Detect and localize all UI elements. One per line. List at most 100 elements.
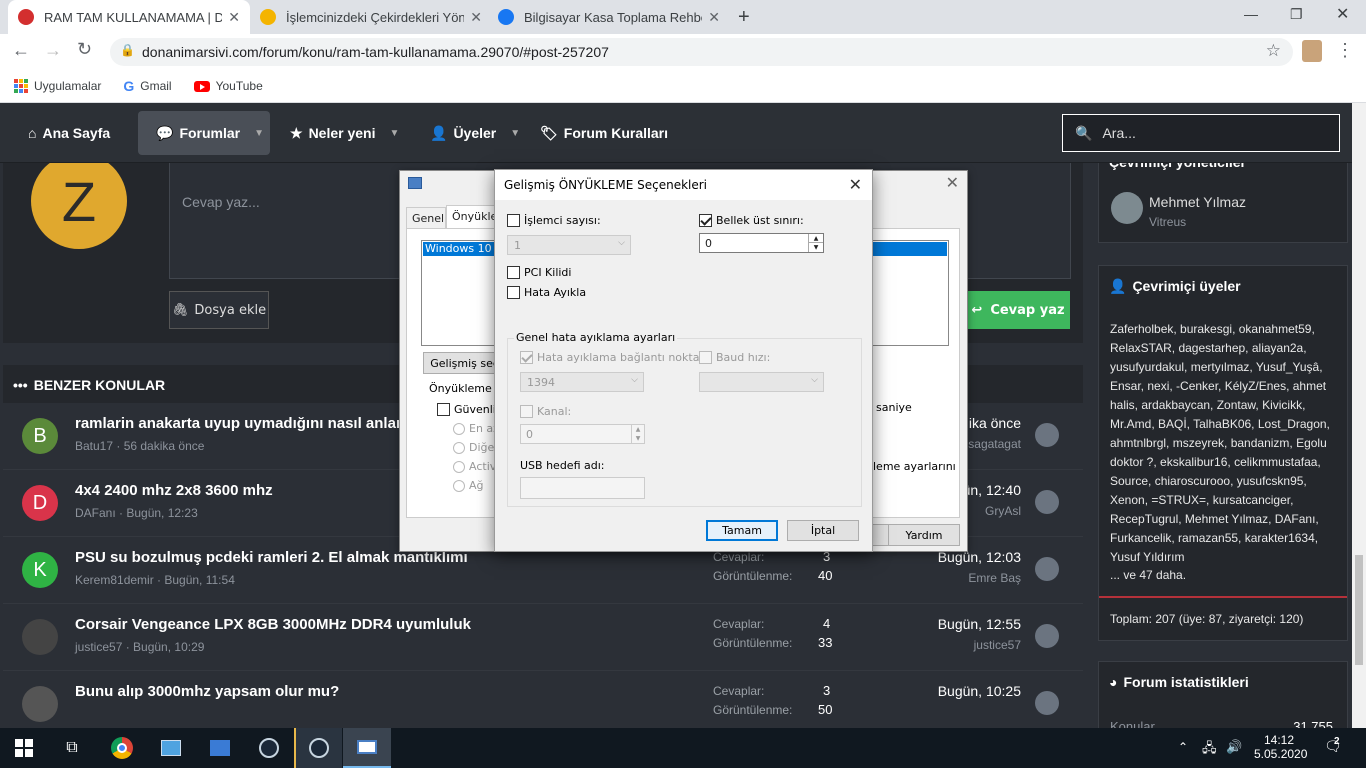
chevron-down-icon[interactable]: ▼ — [254, 128, 264, 139]
close-tab-icon[interactable]: ✕ — [228, 9, 240, 26]
radio-circle[interactable] — [453, 460, 465, 473]
spin-down-icon[interactable]: ▼ — [631, 434, 644, 443]
forward-arrow-icon[interactable]: → — [44, 40, 62, 61]
taskbar-explorer[interactable] — [196, 728, 244, 768]
profile-avatar[interactable] — [1302, 40, 1322, 62]
reload-icon[interactable]: ↻ — [77, 39, 92, 60]
thread-row[interactable]: Corsair Vengeance LPX 8GB 3000MHz DDR4 u… — [3, 604, 1083, 671]
clock[interactable]: 14:12 5.05.2020 — [1254, 733, 1307, 761]
spin-down-icon[interactable]: ▼ — [808, 243, 823, 252]
last-poster-avatar[interactable] — [1035, 691, 1059, 715]
nav-members[interactable]: 👤 Üyeler ▼ — [430, 103, 520, 163]
pci-lock-option[interactable]: PCI Kilidi — [507, 266, 571, 279]
cancel-button[interactable]: İptal — [787, 520, 859, 541]
close-window-button[interactable]: ✕ — [1336, 4, 1349, 24]
channel-checkbox[interactable] — [520, 405, 533, 418]
baud-rate-select[interactable]: ⌵ — [699, 372, 824, 392]
address-bar[interactable]: 🔒 donanimarsivi.com/forum/konu/ram-tam-k… — [110, 38, 1293, 66]
bookmark-gmail[interactable]: G Gmail — [123, 78, 171, 94]
last-post-user[interactable]: sagatagat — [968, 437, 1021, 451]
ok-button[interactable]: Tamam — [706, 520, 778, 541]
thread-row[interactable]: Bunu alıp 3000mhz yapsam olur mu? Cevapla… — [3, 671, 1083, 728]
channel-option[interactable]: Kanal: — [520, 405, 571, 418]
debug-port-select[interactable]: 1394 ⌵ — [520, 372, 644, 392]
close-tab-icon[interactable]: ✕ — [470, 9, 482, 26]
last-poster-avatar[interactable] — [1035, 557, 1059, 581]
debug-checkbox[interactable] — [507, 286, 520, 299]
chevron-down-icon[interactable]: ▼ — [390, 128, 400, 139]
close-window-button[interactable]: ✕ — [946, 173, 959, 193]
tab-ram-tam-kullanamama[interactable]: RAM TAM KULLANAMAMA | Donanım ✕ — [8, 0, 250, 34]
pci-lock-checkbox[interactable] — [507, 266, 520, 279]
taskbar-steam-active[interactable] — [294, 728, 342, 768]
minimize-window-button[interactable]: — — [1244, 6, 1258, 22]
processor-count-checkbox[interactable] — [507, 214, 520, 227]
thread-title[interactable]: Bunu alıp 3000mhz yapsam olur mu? — [75, 683, 339, 700]
close-tab-icon[interactable]: ✕ — [708, 9, 720, 26]
baud-rate-checkbox[interactable] — [699, 351, 712, 364]
nav-home[interactable]: ⌂ Ana Sayfa — [28, 103, 110, 163]
radio-circle[interactable] — [453, 441, 465, 454]
debug-port-option[interactable]: Hata ayıklama bağlantı noktası: — [520, 351, 712, 364]
reply-button[interactable]: ↩ Cevap yaz — [966, 291, 1070, 329]
new-tab-button[interactable]: + — [738, 6, 750, 29]
show-hidden-icons[interactable]: ⌃ — [1178, 740, 1188, 754]
tab-kasa-toplama[interactable]: Bilgisayar Kasa Toplama Rehberleri ✕ — [488, 0, 730, 34]
help-button[interactable]: Yardım — [888, 524, 960, 546]
last-poster-avatar[interactable] — [1035, 490, 1059, 514]
thread-author-avatar[interactable]: B — [22, 418, 58, 454]
bookmark-youtube[interactable]: YouTube — [193, 79, 263, 93]
radio-circle[interactable] — [453, 479, 465, 492]
staff-avatar[interactable] — [1111, 192, 1143, 224]
back-arrow-icon[interactable]: ← — [12, 40, 30, 61]
spin-up-icon[interactable]: ▲ — [631, 425, 644, 434]
maximize-window-button[interactable]: ❐ — [1290, 6, 1303, 23]
max-memory-checkbox[interactable] — [699, 214, 712, 227]
last-poster-avatar[interactable] — [1035, 423, 1059, 447]
staff-name[interactable]: Mehmet Yılmaz — [1149, 194, 1246, 210]
last-poster-avatar[interactable] — [1035, 624, 1059, 648]
max-memory-input[interactable]: 0 ▲ ▼ — [699, 233, 824, 253]
thread-author-avatar[interactable]: K — [22, 552, 58, 588]
forum-search-input[interactable]: 🔍 Ara... — [1062, 114, 1340, 152]
tab-general[interactable]: Genel — [406, 207, 446, 229]
close-dialog-icon[interactable]: ✕ — [849, 175, 862, 195]
notification-center[interactable]: 🗨 2 — [1324, 736, 1342, 755]
thread-title[interactable]: 4x4 2400 mhz 2x8 3600 mhz — [75, 482, 273, 499]
thread-title[interactable]: ramlarin anakarta uyup uymadığını nasıl … — [75, 415, 419, 432]
scrollbar-thumb[interactable] — [1355, 555, 1363, 665]
max-memory-option[interactable]: Bellek üst sınırı: — [699, 214, 804, 227]
page-scrollbar[interactable] — [1352, 103, 1366, 728]
nav-whats-new[interactable]: ★ Neler yeni ▼ — [290, 103, 399, 163]
online-more-link[interactable]: ... ve 47 daha. — [1110, 568, 1186, 582]
baud-rate-option[interactable]: Baud hızı: — [699, 351, 770, 364]
thread-author-avatar[interactable] — [22, 686, 58, 722]
start-button[interactable] — [0, 728, 48, 768]
spin-up-icon[interactable]: ▲ — [808, 234, 823, 243]
nav-forums[interactable]: 💬 Forumlar ▼ — [138, 111, 270, 155]
last-post-user[interactable]: GryAsl — [985, 504, 1021, 518]
safe-boot-checkbox[interactable] — [437, 403, 450, 416]
network-icon[interactable]: 🖧 — [1202, 739, 1217, 761]
debug-option[interactable]: Hata Ayıkla — [507, 286, 586, 299]
volume-icon[interactable]: 🔊 — [1226, 739, 1242, 755]
thread-author-avatar[interactable] — [22, 619, 58, 655]
last-post-user[interactable]: justice57 — [974, 638, 1021, 652]
menu-kebab-icon[interactable]: ⋮ — [1336, 40, 1354, 61]
taskbar-chrome[interactable] — [98, 728, 146, 768]
nav-rules[interactable]: 🏷 Forum Kuralları — [540, 103, 668, 163]
tab-islemci-cekirdek[interactable]: İşlemcinizdeki Çekirdekleri Yönetme ✕ — [250, 0, 492, 34]
radio-circle[interactable] — [453, 422, 465, 435]
last-post-time[interactable]: Bugün, 10:25 — [938, 683, 1021, 699]
processor-count-select[interactable]: 1 ⌵ — [507, 235, 631, 255]
attach-file-button[interactable]: 🖇 Dosya ekle — [169, 291, 269, 329]
last-post-user[interactable]: Emre Baş — [968, 571, 1021, 585]
taskbar-steam[interactable] — [245, 728, 293, 768]
last-post-time[interactable]: Bugün, 12:55 — [938, 616, 1021, 632]
thread-title[interactable]: Corsair Vengeance LPX 8GB 3000MHz DDR4 u… — [75, 616, 471, 633]
usb-target-input[interactable] — [520, 477, 645, 499]
processor-count-option[interactable]: İşlemci sayısı: — [507, 214, 601, 227]
thread-author-avatar[interactable]: D — [22, 485, 58, 521]
channel-input[interactable]: 0 ▲ ▼ — [520, 424, 645, 444]
online-members-list[interactable]: Zaferholbek, burakesgi, okanahmet59, Rel… — [1110, 320, 1340, 567]
